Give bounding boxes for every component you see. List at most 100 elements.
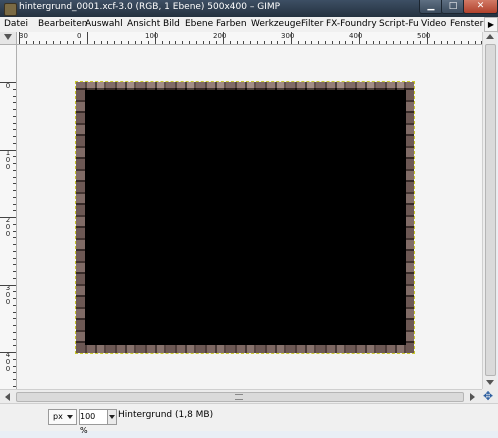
close-icon: ✕ (476, 1, 485, 11)
ruler-tick (13, 244, 16, 245)
ruler-tick (148, 41, 150, 44)
status-bar: px 100 % Hintergrund (1,8 MB) (0, 403, 498, 435)
vertical-ruler[interactable]: 0 100 200 300 400 (0, 45, 17, 389)
ruler-tick (331, 41, 333, 44)
ruler-tick (161, 41, 163, 44)
scroll-left-icon[interactable] (5, 393, 10, 401)
scroll-down-icon[interactable] (486, 380, 494, 385)
scroll-up-icon[interactable] (486, 34, 494, 39)
image-canvas[interactable] (17, 45, 482, 389)
menu-filter[interactable]: Filter (301, 19, 323, 29)
ruler-tick (13, 183, 16, 185)
menu-fenster[interactable]: Fenster (450, 19, 483, 29)
ruler-tick (0, 352, 16, 353)
ruler-tick (277, 41, 279, 44)
ruler-tick (413, 41, 415, 44)
ruler-tick (467, 41, 469, 44)
vertical-scroll-thumb[interactable] (485, 44, 496, 376)
status-message: Hintergrund (1,8 MB) (118, 410, 214, 420)
ruler-tick (141, 41, 143, 44)
chevron-right-icon: ▶ (487, 20, 495, 29)
menu-datei[interactable]: Datei (4, 19, 28, 29)
ruler-top-label: 500 (417, 32, 431, 40)
ruler-tick (284, 41, 286, 44)
horizontal-scroll-thumb[interactable] (16, 392, 464, 402)
ruler-tick (134, 41, 136, 44)
horizontal-scrollbar[interactable] (0, 389, 482, 403)
maximize-button[interactable]: □ (441, 0, 465, 14)
menu-ansicht[interactable]: Ansicht (127, 19, 160, 29)
ruler-tick (372, 41, 374, 44)
menu-video[interactable]: Video (421, 19, 446, 29)
unit-value: px (53, 412, 63, 421)
menu-bild[interactable]: Bild (163, 19, 180, 29)
navigate-button[interactable]: ✥ (482, 389, 498, 403)
scroll-right-icon[interactable] (470, 393, 475, 401)
ruler-tick (345, 41, 347, 44)
menu-script-fu[interactable]: Script-Fu (379, 19, 419, 29)
ruler-tick (121, 41, 122, 44)
ruler-tick (325, 41, 326, 44)
ruler-tick (236, 41, 238, 44)
menu-farben[interactable]: Farben (216, 19, 247, 29)
menu-bearbeiten[interactable]: Bearbeiten (38, 19, 87, 29)
ruler-tick (93, 41, 95, 44)
ruler-tick (13, 298, 16, 299)
ruler-tick (53, 41, 54, 44)
ruler-tick (39, 41, 41, 44)
vertical-scrollbar[interactable] (482, 32, 497, 389)
ruler-tick (13, 271, 16, 272)
ruler-tick (386, 41, 388, 44)
ruler-tick (352, 41, 354, 44)
chevron-down-icon (67, 415, 73, 419)
ruler-tick (263, 41, 265, 44)
ruler-tick (13, 358, 16, 360)
horizontal-ruler[interactable]: 30 0 100 200 300 400 500 (17, 32, 482, 45)
zoom-value: 100 % (80, 412, 96, 435)
ruler-tick (13, 230, 16, 232)
ruler-tick (250, 41, 252, 44)
menu-ebene[interactable]: Ebene (185, 19, 213, 29)
menu-bar: Datei Bearbeiten Auswahl Ansicht Bild Eb… (0, 17, 498, 33)
title-bar: hintergrund_0001.xcf-3.0 (RGB, 1 Ebene) … (0, 0, 498, 17)
ruler-tick (0, 149, 16, 151)
grip-icon (235, 394, 243, 400)
ruler-tick (406, 41, 408, 44)
ruler-left-label: 0 (5, 82, 11, 90)
ruler-tick (13, 176, 16, 178)
ruler-tick (13, 203, 16, 205)
ruler-tick (13, 237, 16, 239)
menu-overflow-button[interactable]: ▶ (484, 17, 498, 32)
minimize-button[interactable]: ▁ (419, 0, 443, 14)
ruler-tick (13, 115, 16, 117)
ruler-tick (202, 41, 204, 44)
ruler-tick (13, 365, 16, 367)
ruler-tick (209, 41, 211, 44)
ruler-tick (100, 41, 102, 44)
ruler-tick (155, 32, 156, 44)
ruler-left-label: 400 (5, 351, 11, 373)
ruler-tick (223, 32, 224, 44)
ruler-tick (13, 122, 16, 124)
unit-select[interactable]: px (48, 409, 77, 425)
ruler-tick (270, 41, 272, 44)
menu-auswahl[interactable]: Auswahl (85, 19, 123, 29)
ruler-tick (393, 41, 394, 44)
ruler-tick (454, 41, 456, 44)
ruler-tick (0, 217, 16, 218)
ruler-tick (440, 41, 442, 44)
quick-mask-corner-button[interactable] (0, 32, 17, 45)
close-button[interactable]: ✕ (463, 0, 498, 14)
ruler-tick (19, 32, 20, 44)
maximize-icon: □ (448, 1, 458, 11)
menu-fx-foundry[interactable]: FX-Foundry (326, 19, 377, 29)
zoom-dropdown-button[interactable] (107, 409, 117, 425)
menu-werkzeuge[interactable]: Werkzeuge (251, 19, 301, 29)
ruler-tick (13, 102, 16, 104)
ruler-tick (59, 41, 61, 44)
triangle-down-icon (4, 34, 12, 40)
ruler-tick (420, 41, 422, 44)
ruler-tick (13, 338, 16, 340)
zoom-input[interactable]: 100 % (79, 409, 108, 435)
ruler-tick (229, 41, 231, 44)
